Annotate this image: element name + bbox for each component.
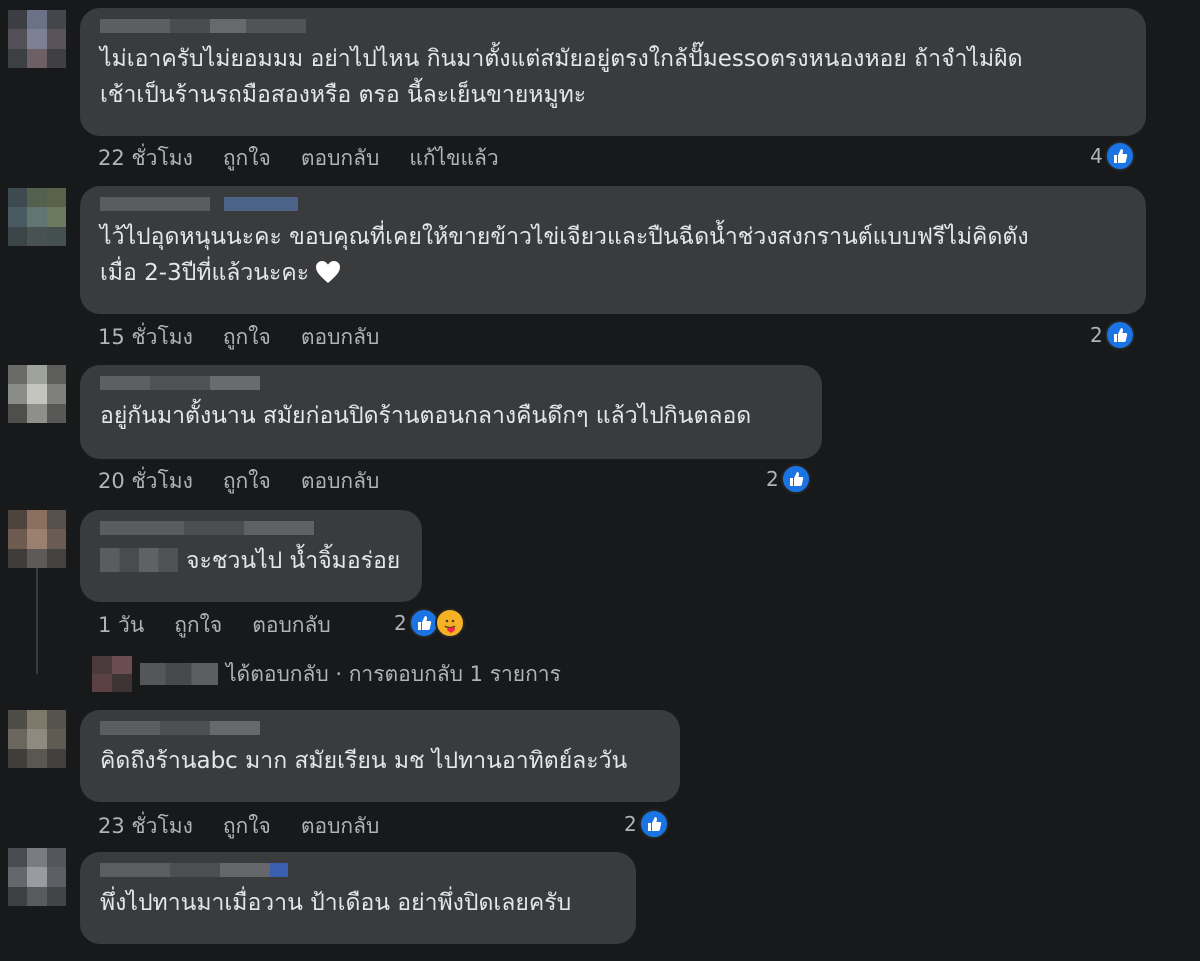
comment-text-line: ไม่เอาครับไม่ยอมมม อย่าไปไหน กินมาตั้งแต… [100,46,1023,72]
like-reaction-icon [780,464,811,494]
like-link[interactable]: ถูกใจ [223,810,271,843]
tagged-name-redacted[interactable] [100,548,178,572]
commenter-avatar[interactable] [8,848,66,906]
reaction-count: 4 [1090,144,1103,168]
reaction-count: 2 [766,467,779,491]
commenter-name-redacted[interactable] [100,17,1126,35]
commenter-avatar[interactable] [8,710,66,768]
reply-link[interactable]: ตอบกลับ [301,321,380,354]
commenter-avatar[interactable] [8,510,66,568]
comment-bubble: ไม่เอาครับไม่ยอมมม อย่าไปไหน กินมาตั้งแต… [80,8,1146,136]
like-link[interactable]: ถูกใจ [223,465,271,498]
care-reaction-icon [434,608,465,638]
comment-actions: 1 วัน ถูกใจ ตอบกลับ [98,609,331,642]
comment-text-fragment: เมื่อ 2-3ปีที่แล้วนะคะ [100,260,310,286]
reply-link[interactable]: ตอบกลับ [301,142,380,175]
replier-avatar [92,656,132,692]
reaction-count: 2 [394,611,407,635]
commenter-name-redacted[interactable] [100,719,660,737]
comment-list: ไม่เอาครับไม่ยอมมม อย่าไปไหน กินมาตั้งแต… [0,0,1200,961]
like-reaction-icon [638,809,669,839]
view-replies-link[interactable]: ได้ตอบกลับ · การตอบกลับ 1 รายการ [92,656,561,692]
commenter-avatar[interactable] [8,10,66,68]
thread-line [36,566,38,674]
like-link[interactable]: ถูกใจ [223,321,271,354]
comment-text-line: ไว้ไปอุดหนุนนะคะ ขอบคุณที่เคยให้ขายข้าวไ… [100,224,1029,250]
commenter-avatar[interactable] [8,365,66,423]
comment-time[interactable]: 22 ชั่วโมง [98,142,193,175]
reply-summary-text: ได้ตอบกลับ · การตอบกลับ 1 รายการ [226,661,561,686]
comment-text-line: เมื่อ 2-3ปีที่แล้วนะคะ [100,255,1126,295]
comment-bubble: คิดถึงร้านabc มาก สมัยเรียน มช ไปทานอาทิ… [80,710,680,802]
reply-link[interactable]: ตอบกลับ [252,609,331,642]
commenter-name-redacted[interactable] [100,195,1126,213]
reaction-summary[interactable]: 2 [394,608,465,638]
replier-name-redacted [140,663,218,685]
commenter-name-redacted[interactable] [100,519,402,537]
like-reaction-icon [1104,141,1135,171]
reaction-summary[interactable]: 2 [1090,320,1135,350]
reaction-count: 2 [1090,323,1103,347]
comment-text-line: พึ่งไปทานมาเมื่อวาน ป้าเดือน อย่าพึ่งปิด… [100,890,572,916]
comment-time[interactable]: 1 วัน [98,609,144,642]
comment-text-fragment: จะชวนไป น้ำจิ้มอร่อย [186,548,401,574]
reaction-summary[interactable]: 2 [624,809,669,839]
comment-text-line: เช้าเป็นร้านรถมือสองหรือ ตรอ นี้ละเย็นขา… [100,82,587,108]
comment-actions: 20 ชั่วโมง ถูกใจ ตอบกลับ [98,465,379,498]
comment-text-line: อยู่กันมาตั้งนาน สมัยก่อนปิดร้านตอนกลางค… [100,403,752,429]
edited-label[interactable]: แก้ไขแล้ว [409,142,498,175]
comment-bubble: ไว้ไปอุดหนุนนะคะ ขอบคุณที่เคยให้ขายข้าวไ… [80,186,1146,314]
comment-time[interactable]: 23 ชั่วโมง [98,810,193,843]
comment-bubble: จะชวนไป น้ำจิ้มอร่อย [80,510,422,602]
like-reaction-icon [1104,320,1135,350]
comment-bubble: อยู่กันมาตั้งนาน สมัยก่อนปิดร้านตอนกลางค… [80,365,822,459]
comment-bubble: พึ่งไปทานมาเมื่อวาน ป้าเดือน อย่าพึ่งปิด… [80,852,636,944]
comment-actions: 15 ชั่วโมง ถูกใจ ตอบกลับ [98,321,379,354]
like-link[interactable]: ถูกใจ [223,142,271,175]
commenter-name-redacted[interactable] [100,861,616,879]
reply-link[interactable]: ตอบกลับ [301,465,380,498]
comment-text-line: จะชวนไป น้ำจิ้มอร่อย [100,543,402,579]
comment-actions: 23 ชั่วโมง ถูกใจ ตอบกลับ [98,810,379,843]
commenter-avatar[interactable] [8,188,66,246]
white-heart-icon [315,259,341,295]
commenter-name-redacted[interactable] [100,374,802,392]
comment-time[interactable]: 20 ชั่วโมง [98,465,193,498]
comment-time[interactable]: 15 ชั่วโมง [98,321,193,354]
reaction-count: 2 [624,812,637,836]
like-link[interactable]: ถูกใจ [174,609,222,642]
reply-link[interactable]: ตอบกลับ [301,810,380,843]
comment-text-line: คิดถึงร้านabc มาก สมัยเรียน มช ไปทานอาทิ… [100,748,628,774]
comment-actions: 22 ชั่วโมง ถูกใจ ตอบกลับ แก้ไขแล้ว [98,142,499,175]
reaction-summary[interactable]: 4 [1090,141,1135,171]
reaction-summary[interactable]: 2 [766,464,811,494]
